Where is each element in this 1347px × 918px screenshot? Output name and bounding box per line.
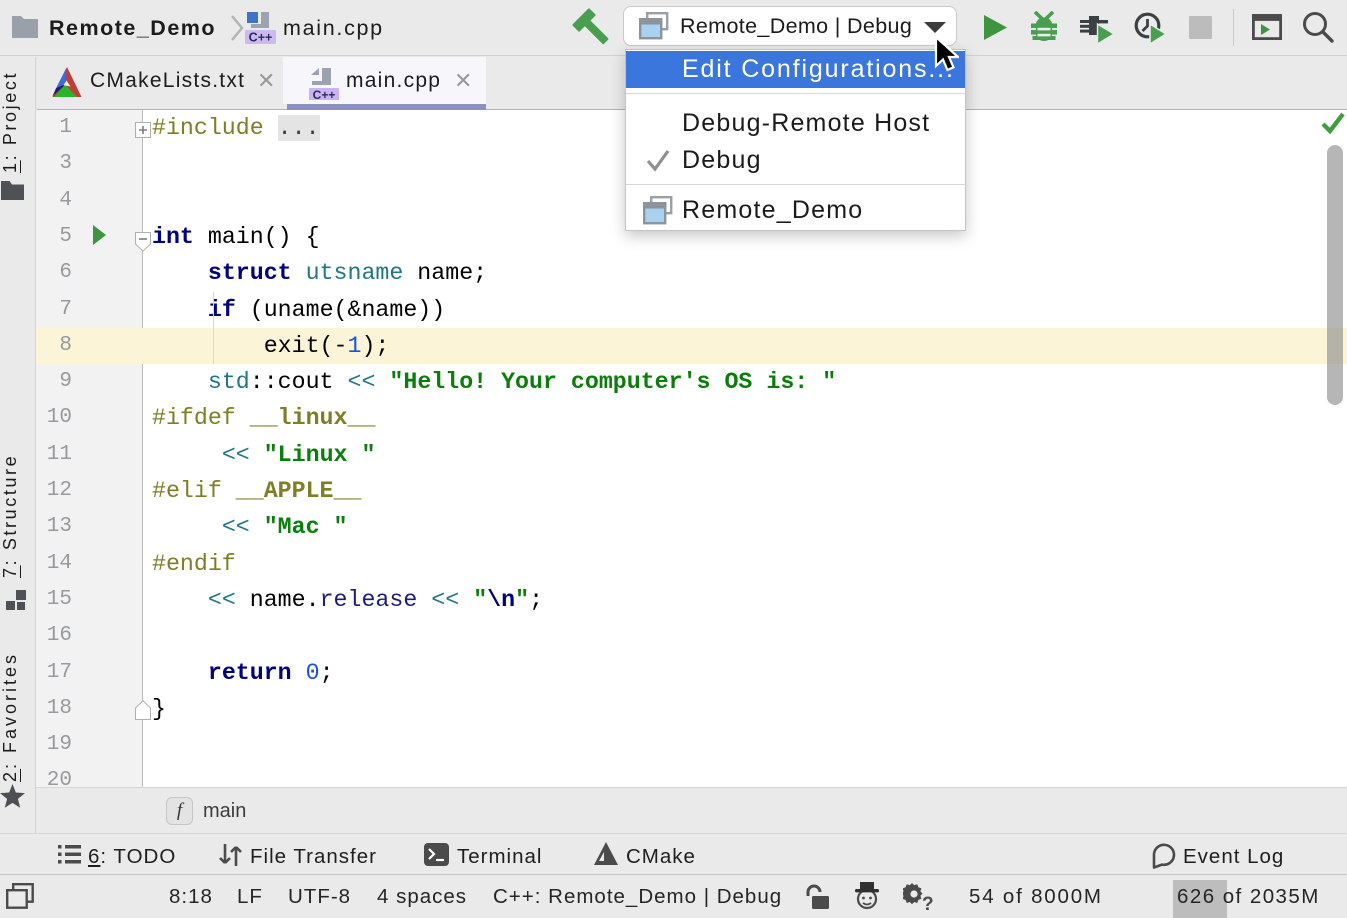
svg-text:C++: C++	[313, 88, 336, 100]
svg-text:C++: C++	[249, 31, 273, 45]
